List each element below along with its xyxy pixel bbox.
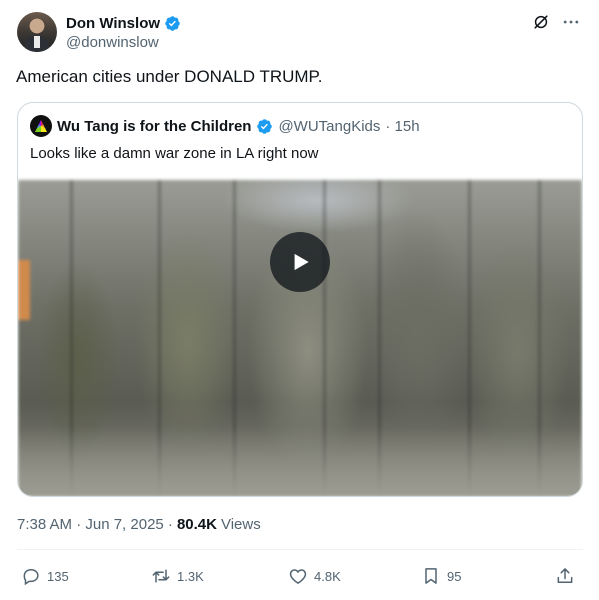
author-name-row: Don Winslow <box>66 13 181 33</box>
tweet-text: American cities under DONALD TRUMP. <box>16 67 323 86</box>
author-handle[interactable]: @donwinslow <box>66 34 181 51</box>
play-icon <box>294 253 309 271</box>
verified-badge-icon[interactable] <box>164 15 181 32</box>
quote-avatar[interactable] <box>30 115 52 137</box>
like-button[interactable]: 4.8K <box>288 564 341 588</box>
tweet-meta: 7:38 AM · Jun 7, 2025 · 80.4K Views <box>17 516 261 533</box>
repost-count: 1.3K <box>177 568 204 584</box>
share-icon <box>557 568 573 583</box>
action-bar: 135 1.3K 4.8K 95 <box>17 564 583 588</box>
video-thumbnail[interactable] <box>18 180 582 496</box>
top-actions <box>531 12 581 32</box>
tweet-timestamp[interactable]: 7:38 AM · Jun 7, 2025 · <box>17 516 173 533</box>
grok-icon[interactable] <box>531 12 551 32</box>
media-detail <box>18 427 582 496</box>
like-count: 4.8K <box>314 568 341 584</box>
verified-badge-icon <box>256 118 273 135</box>
divider <box>17 549 583 550</box>
share-button[interactable] <box>555 564 575 588</box>
avatar[interactable] <box>17 12 57 52</box>
author-name[interactable]: Don Winslow <box>66 15 160 32</box>
bookmark-count: 95 <box>447 568 462 584</box>
views-label: Views <box>220 516 261 533</box>
quote-author-name[interactable]: Wu Tang is for the Children <box>57 118 251 135</box>
play-button[interactable] <box>270 232 330 292</box>
quote-header: Wu Tang is for the Children @WUTangKids … <box>30 115 420 137</box>
media-detail <box>18 260 30 320</box>
like-icon <box>289 569 307 584</box>
bookmark-icon <box>425 568 437 584</box>
repost-icon <box>152 569 170 583</box>
quote-author-handle[interactable]: @WUTangKids <box>278 118 380 135</box>
views-count: 80.4K <box>176 516 217 533</box>
more-icon[interactable] <box>561 12 581 32</box>
author-block: Don Winslow @donwinslow <box>66 13 181 51</box>
quoted-tweet[interactable]: Wu Tang is for the Children @WUTangKids … <box>17 102 583 497</box>
bookmark-button[interactable]: 95 <box>421 564 461 588</box>
quote-text: Looks like a damn war zone in LA right n… <box>30 145 319 162</box>
reply-count: 135 <box>47 568 69 584</box>
reply-icon <box>23 568 39 586</box>
avatar-shirt <box>34 36 40 48</box>
reply-button[interactable]: 135 <box>21 564 69 588</box>
quote-timestamp[interactable]: · 15h <box>385 118 419 135</box>
repost-button[interactable]: 1.3K <box>151 564 204 588</box>
